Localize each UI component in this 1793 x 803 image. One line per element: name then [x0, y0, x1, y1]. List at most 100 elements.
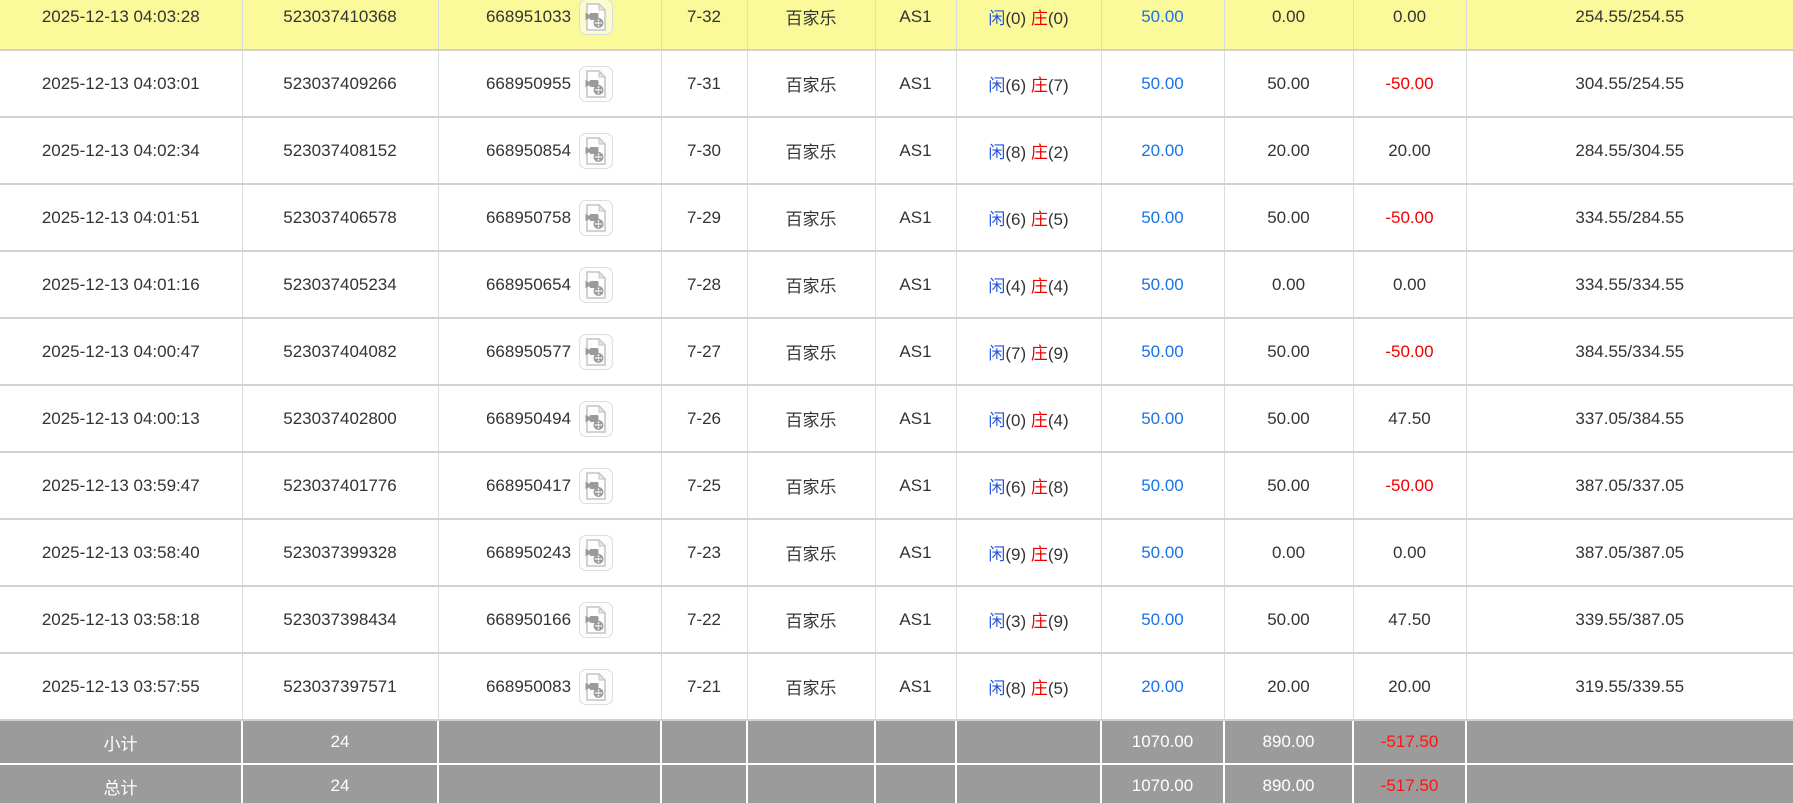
bet-amount-link[interactable]: 50.00 [1141, 610, 1184, 629]
winloss-text: 47.50 [1388, 409, 1431, 428]
game-name-text: 百家乐 [786, 545, 837, 564]
bet-amount-link[interactable]: 20.00 [1141, 677, 1184, 696]
table-name-text: AS1 [899, 342, 931, 361]
table-row[interactable]: 2025-12-13 03:59:47523037401776668950417… [0, 452, 1793, 519]
result-cell: 闲(0) 庄(4) [956, 385, 1101, 452]
subtotal-winloss: -517.50 [1381, 732, 1439, 751]
empty-cell [1466, 764, 1793, 803]
result-cell: 闲(4) 庄(4) [956, 251, 1101, 318]
round-cell: 7-31 [661, 50, 747, 117]
table-name-text: AS1 [899, 74, 931, 93]
video-replay-button[interactable] [579, 267, 613, 303]
order-id-text: 523037404082 [283, 342, 396, 361]
game-id-cell: 668951033 [438, 0, 661, 50]
bet-amount-link[interactable]: 50.00 [1141, 275, 1184, 294]
bet-amount-link[interactable]: 20.00 [1141, 141, 1184, 160]
video-replay-button[interactable] [579, 602, 613, 638]
empty-cell [875, 764, 956, 803]
winloss-text: -50.00 [1385, 342, 1433, 361]
empty-cell [875, 720, 956, 764]
bet-amount-cell: 50.00 [1101, 0, 1224, 50]
table-name-cell: AS1 [875, 50, 956, 117]
table-name-cell: AS1 [875, 117, 956, 184]
table-row[interactable]: 2025-12-13 04:01:51523037406578668950758… [0, 184, 1793, 251]
video-replay-button[interactable] [579, 200, 613, 236]
time-cell: 2025-12-13 04:00:47 [0, 318, 242, 385]
bet-records-table: 2025-12-13 04:03:28523037410368668951033… [0, 0, 1793, 803]
bet-amount-link[interactable]: 50.00 [1141, 74, 1184, 93]
order-id-text: 523037399328 [283, 543, 396, 562]
round-cell: 7-29 [661, 184, 747, 251]
video-replay-button[interactable] [579, 401, 613, 437]
bet-amount-link[interactable]: 50.00 [1141, 342, 1184, 361]
winloss-cell: -50.00 [1353, 50, 1466, 117]
order-id-text: 523037401776 [283, 476, 396, 495]
table-name-text: AS1 [899, 275, 931, 294]
winloss-text: -50.00 [1385, 74, 1433, 93]
banker-result-label: 庄 [1031, 411, 1048, 430]
game-id-group: 668950083 [486, 669, 613, 705]
time-cell: 2025-12-13 03:59:47 [0, 452, 242, 519]
empty-cell [956, 720, 1101, 764]
table-row[interactable]: 2025-12-13 04:03:28523037410368668951033… [0, 0, 1793, 50]
bet-amount-link[interactable]: 50.00 [1141, 476, 1184, 495]
game-name-cell: 百家乐 [747, 318, 875, 385]
table-name-cell: AS1 [875, 251, 956, 318]
total-valid: 890.00 [1263, 776, 1315, 795]
balance-text: 319.55/339.55 [1575, 677, 1684, 696]
video-replay-button[interactable] [579, 66, 613, 102]
table-row[interactable]: 2025-12-13 03:58:18523037398434668950166… [0, 586, 1793, 653]
table-name-cell: AS1 [875, 653, 956, 720]
video-replay-button[interactable] [579, 535, 613, 571]
bet-amount-link[interactable]: 50.00 [1141, 208, 1184, 227]
balance-cell: 387.05/337.05 [1466, 452, 1793, 519]
bet-amount-link[interactable]: 50.00 [1141, 409, 1184, 428]
player-result-label: 闲 [988, 277, 1005, 296]
table-row[interactable]: 2025-12-13 03:58:40523037399328668950243… [0, 519, 1793, 586]
time-text: 2025-12-13 03:59:47 [42, 476, 200, 495]
balance-text: 337.05/384.55 [1575, 409, 1684, 428]
total-winloss: -517.50 [1381, 776, 1439, 795]
table-row[interactable]: 2025-12-13 04:03:01523037409266668950955… [0, 50, 1793, 117]
table-name-cell: AS1 [875, 184, 956, 251]
game-id-group: 668950955 [486, 66, 613, 102]
subtotal-label-cell: 小计 [0, 720, 242, 764]
table-row[interactable]: 2025-12-13 04:02:34523037408152668950854… [0, 117, 1793, 184]
player-result-label: 闲 [988, 143, 1005, 162]
total-valid-cell: 890.00 [1224, 764, 1353, 803]
video-replay-button[interactable] [579, 669, 613, 705]
player-result-count: (0) [1005, 411, 1026, 430]
table-row[interactable]: 2025-12-13 04:00:13523037402800668950494… [0, 385, 1793, 452]
table-row[interactable]: 2025-12-13 03:57:55523037397571668950083… [0, 653, 1793, 720]
result-cell: 闲(8) 庄(2) [956, 117, 1101, 184]
time-text: 2025-12-13 04:03:01 [42, 74, 200, 93]
winloss-text: 0.00 [1393, 275, 1426, 294]
table-row[interactable]: 2025-12-13 04:01:16523037405234668950654… [0, 251, 1793, 318]
bet-records-table-wrap: 2025-12-13 04:03:28523037410368668951033… [0, 0, 1793, 803]
valid-amount-cell: 50.00 [1224, 586, 1353, 653]
balance-text: 387.05/337.05 [1575, 476, 1684, 495]
balance-text: 334.55/334.55 [1575, 275, 1684, 294]
valid-amount-cell: 0.00 [1224, 0, 1353, 50]
round-cell: 7-25 [661, 452, 747, 519]
total-count-cell: 24 [242, 764, 438, 803]
video-replay-button[interactable] [579, 133, 613, 169]
video-replay-button[interactable] [579, 0, 613, 35]
bet-amount-link[interactable]: 50.00 [1141, 543, 1184, 562]
game-name-text: 百家乐 [786, 612, 837, 631]
winloss-cell: -50.00 [1353, 184, 1466, 251]
result-cell: 闲(6) 庄(7) [956, 50, 1101, 117]
valid-amount-cell: 50.00 [1224, 452, 1353, 519]
player-result-count: (6) [1005, 76, 1026, 95]
game-id-text: 668950083 [486, 677, 571, 697]
round-cell: 7-26 [661, 385, 747, 452]
banker-result-count: (7) [1048, 76, 1069, 95]
bet-amount-link[interactable]: 50.00 [1141, 7, 1184, 26]
video-icon [583, 3, 609, 31]
table-row[interactable]: 2025-12-13 04:00:47523037404082668950577… [0, 318, 1793, 385]
game-name-cell: 百家乐 [747, 251, 875, 318]
valid-amount-text: 50.00 [1267, 208, 1310, 227]
video-replay-button[interactable] [579, 468, 613, 504]
result-cell: 闲(6) 庄(5) [956, 184, 1101, 251]
video-replay-button[interactable] [579, 334, 613, 370]
